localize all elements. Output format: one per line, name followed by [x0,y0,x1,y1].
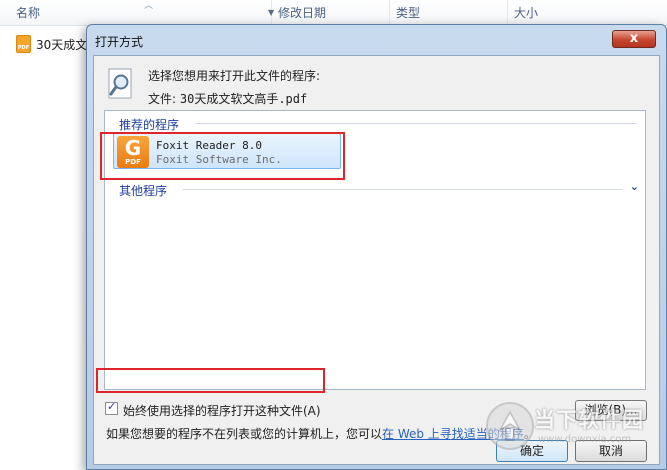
column-size[interactable]: 大小 [508,0,667,26]
open-with-dialog: 打开方式 x 选择您想用来打开此文件的程序: 文件: 30天成文软文高手.pdf… [86,24,667,470]
column-name-label: 名称 [16,6,41,20]
highlight-box-checkbox [96,368,325,393]
recommended-programs-header: 推荐的程序 [119,118,180,132]
chevron-down-icon[interactable]: ⌄ [630,180,639,193]
prompt-text: 选择您想用来打开此文件的程序: [148,69,321,83]
file-label: 文件: [148,92,177,106]
column-size-label: 大小 [514,6,539,20]
hint-text: 如果您想要的程序不在列表或您的计算机上，您可以在 Web 上寻找适当的程序。 [106,425,536,442]
file-name-value: 30天成文软文高手.pdf [179,92,308,106]
column-date-label: 修改日期 [278,6,327,20]
ok-button[interactable]: 确定 [496,440,568,462]
column-type[interactable]: 类型 [390,0,508,26]
always-use-label: 始终使用选择的程序打开这种文件(A) [123,404,321,418]
column-header: 名称 ︿ ▼ 修改日期 类型 大小 [0,0,667,26]
always-use-checkbox[interactable] [105,400,118,415]
always-use-checkbox-row[interactable]: 始终使用选择的程序打开这种文件(A) [105,400,325,419]
recommended-divider [195,123,637,124]
web-search-link[interactable]: 在 Web 上寻找适当的程序 [382,427,524,441]
cancel-button[interactable]: 取消 [575,440,647,462]
close-button[interactable]: x [612,30,656,48]
hint-suffix: 。 [523,427,536,441]
hint-prefix: 如果您想要的程序不在列表或您的计算机上，您可以 [106,427,383,441]
dialog-titlebar[interactable]: 打开方式 x [87,25,666,55]
magnifier-document-icon [108,68,132,99]
dialog-body: 选择您想用来打开此文件的程序: 文件: 30天成文软文高手.pdf 推荐的程序 … [93,55,660,465]
file-line: 文件: 30天成文软文高手.pdf [148,90,307,107]
close-icon: x [629,31,639,46]
pdf-file-icon [16,35,31,53]
column-name[interactable]: 名称 ︿ ▼ [10,0,274,26]
other-divider [183,189,623,190]
highlight-box-program [100,132,345,180]
file-name: 30天成文 [36,38,88,52]
column-type-label: 类型 [396,6,421,20]
sort-ascending-icon: ︿ [144,1,154,11]
dialog-title: 打开方式 [95,35,144,49]
browse-button[interactable]: 浏览(B)... [575,400,647,421]
column-date-modified[interactable]: 修改日期 [272,0,390,26]
other-programs-header[interactable]: 其他程序 [119,182,167,199]
